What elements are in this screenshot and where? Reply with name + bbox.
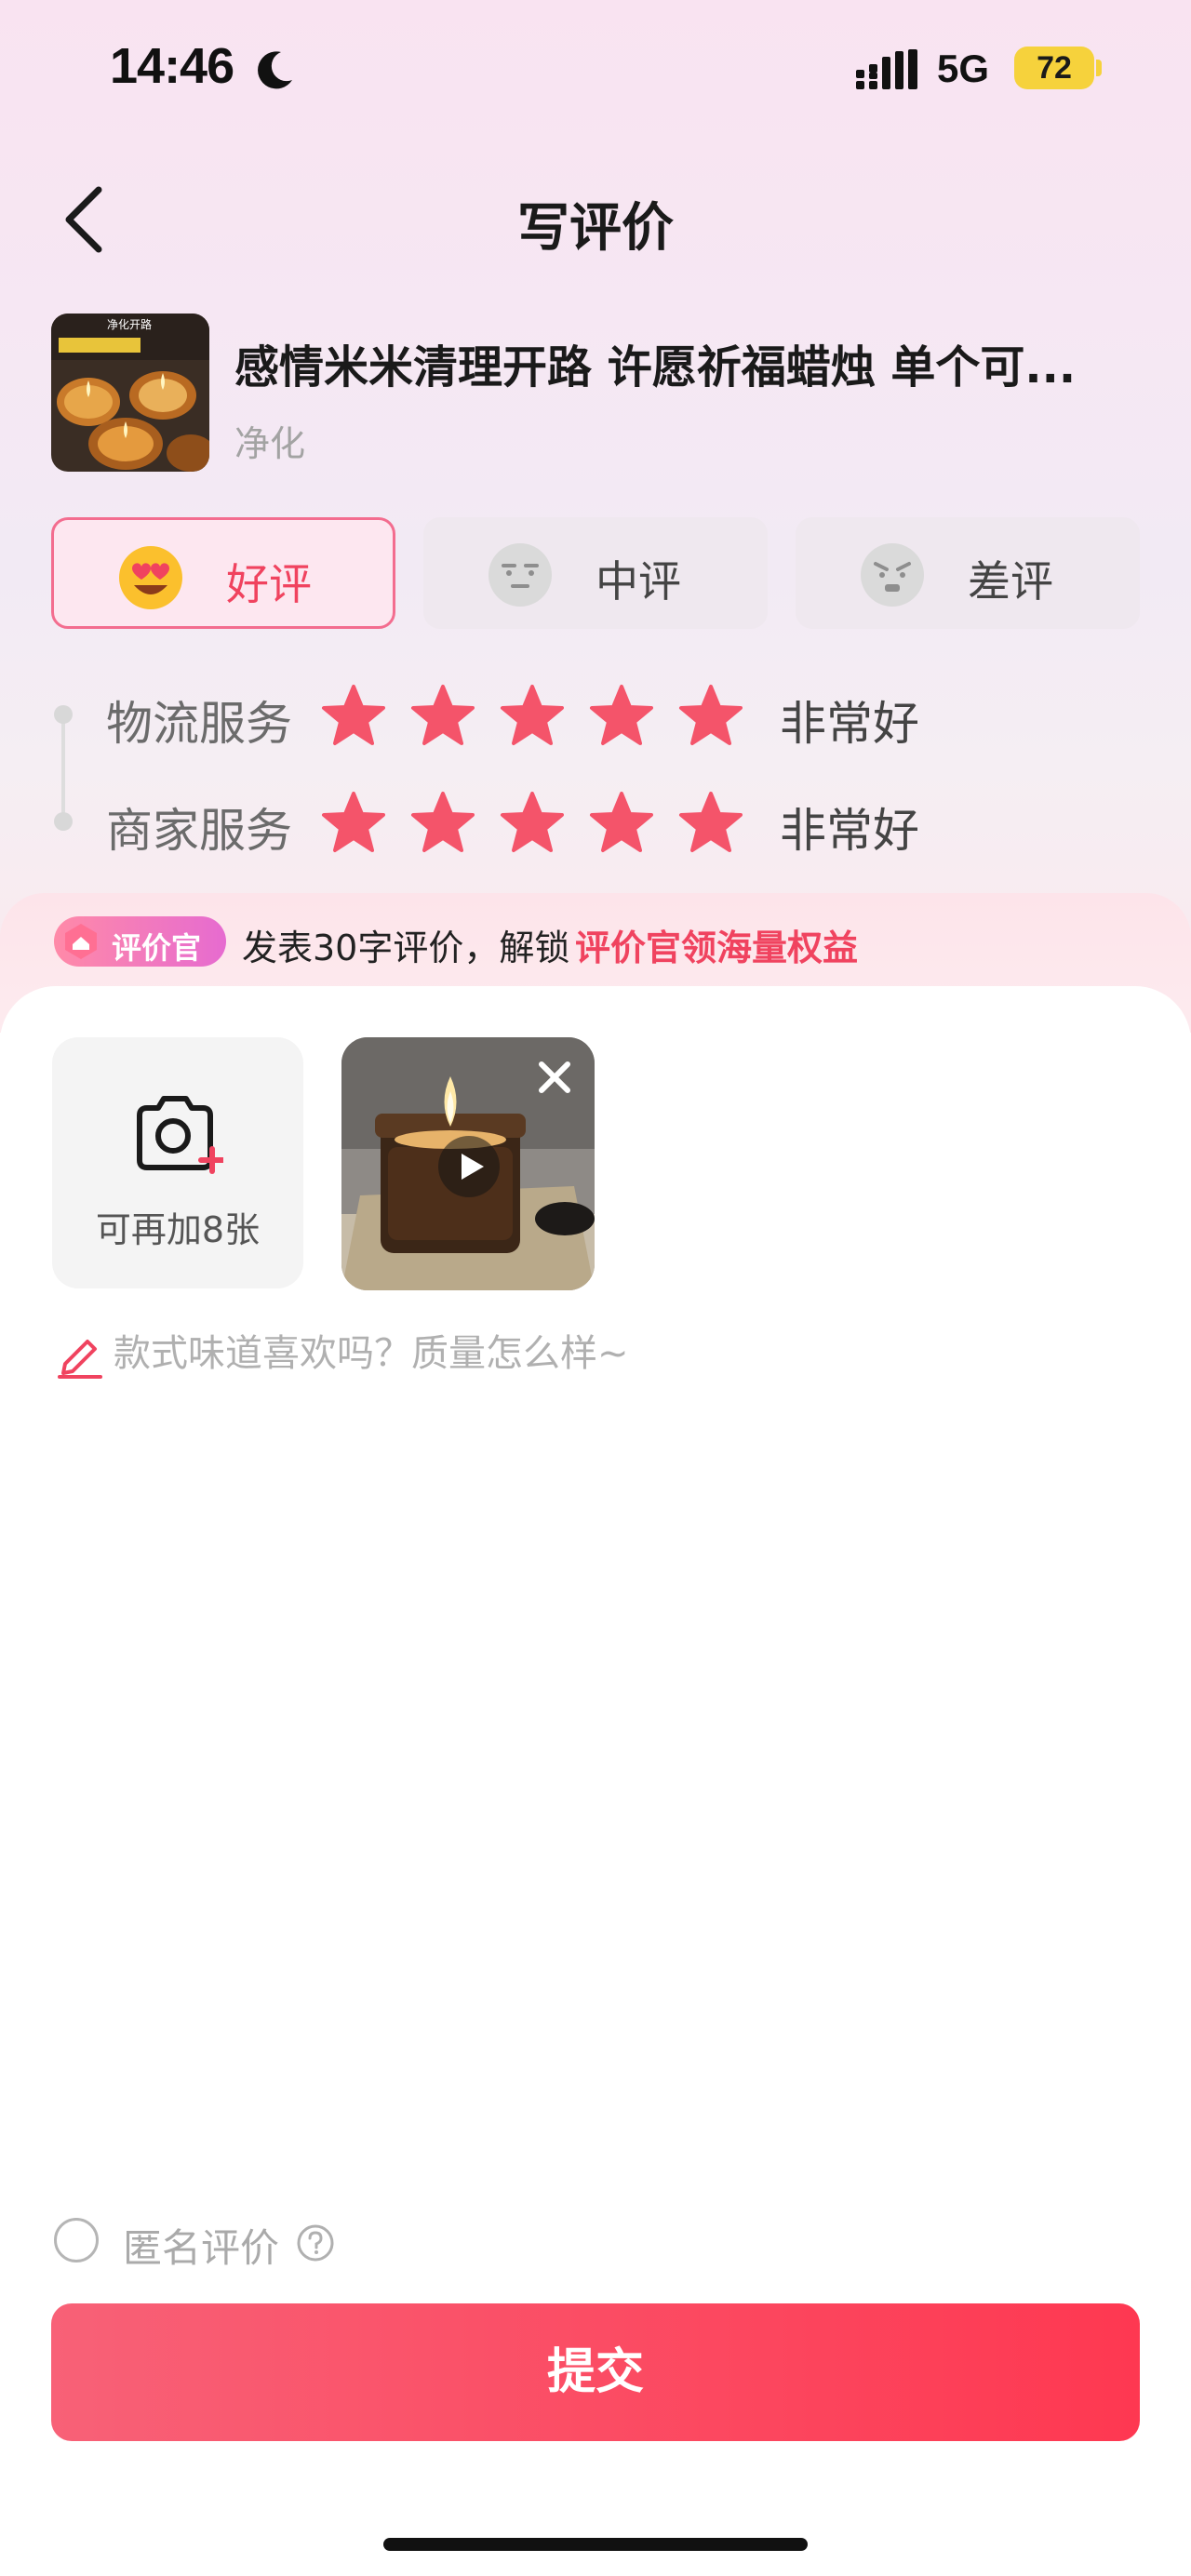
- tab-neutral-review[interactable]: 中评: [423, 517, 768, 629]
- star-icon[interactable]: [409, 790, 476, 855]
- review-text-input[interactable]: [114, 1326, 1137, 1381]
- tab-good-label: 好评: [226, 559, 312, 609]
- banner-text: 发表30字评价，解锁: [242, 928, 570, 968]
- reviewer-badge-icon: [65, 924, 97, 959]
- help-icon[interactable]: [296, 2223, 335, 2262]
- status-bar: 14:46 5G 72: [0, 0, 1191, 140]
- play-icon[interactable]: [437, 1135, 501, 1198]
- signal-icon: [856, 49, 917, 89]
- timeline-dot: [54, 705, 73, 724]
- remove-video-icon[interactable]: [527, 1049, 582, 1105]
- product-title: 感情米米清理开路 许愿祈福蜡烛 单个可...: [234, 341, 1077, 394]
- thumb-caption: 净化开路: [107, 317, 152, 331]
- pencil-icon: [58, 1340, 102, 1379]
- reviewer-badge-label: 评价官: [112, 930, 202, 966]
- reviewer-badge: 评价官: [54, 916, 226, 967]
- logistics-service-value: 非常好: [780, 697, 919, 751]
- star-icon[interactable]: [588, 790, 655, 855]
- neutral-face-icon: [488, 543, 552, 607]
- page-title: 写评价: [517, 198, 674, 259]
- page-background: [0, 0, 1191, 1023]
- star-icon[interactable]: [677, 790, 744, 855]
- product-spec: 净化: [234, 423, 306, 464]
- battery-indicator: 72: [1014, 47, 1094, 89]
- add-photo-label: 可再加8张: [95, 1209, 261, 1250]
- home-indicator[interactable]: [383, 2538, 808, 2551]
- anonymous-checkbox[interactable]: [54, 2218, 99, 2262]
- tab-good-review[interactable]: 好评: [51, 517, 395, 629]
- star-icon[interactable]: [588, 683, 655, 748]
- star-icon[interactable]: [499, 683, 566, 748]
- merchant-service-value: 非常好: [780, 804, 919, 858]
- tab-bad-review[interactable]: 差评: [796, 517, 1140, 629]
- merchant-service-label: 商家服务: [106, 804, 292, 858]
- product-thumbnail: 净化开路: [51, 314, 209, 472]
- service-timeline: [61, 713, 65, 822]
- banner-benefits-link[interactable]: 评价官领海量权益: [575, 919, 858, 970]
- heart-eyes-face-icon: [119, 546, 182, 609]
- star-icon[interactable]: [320, 683, 387, 748]
- tab-bad-label: 差评: [968, 556, 1053, 607]
- status-time: 14:46: [110, 38, 234, 94]
- add-photo-button[interactable]: 可再加8张: [52, 1037, 303, 1288]
- anonymous-label: 匿名评价: [123, 2225, 280, 2271]
- camera-icon: [137, 1096, 223, 1174]
- tab-neutral-label: 中评: [596, 556, 681, 607]
- star-icon[interactable]: [409, 683, 476, 748]
- star-icon[interactable]: [677, 683, 744, 748]
- star-icon[interactable]: [320, 790, 387, 855]
- logistics-service-label: 物流服务: [106, 697, 292, 751]
- angry-face-icon: [861, 543, 924, 607]
- network-label: 5G: [937, 47, 990, 90]
- moon-icon: [258, 51, 292, 89]
- timeline-dot: [54, 812, 73, 831]
- submit-button[interactable]: 提交: [51, 2303, 1140, 2441]
- battery-tip: [1096, 60, 1102, 76]
- star-icon[interactable]: [499, 790, 566, 855]
